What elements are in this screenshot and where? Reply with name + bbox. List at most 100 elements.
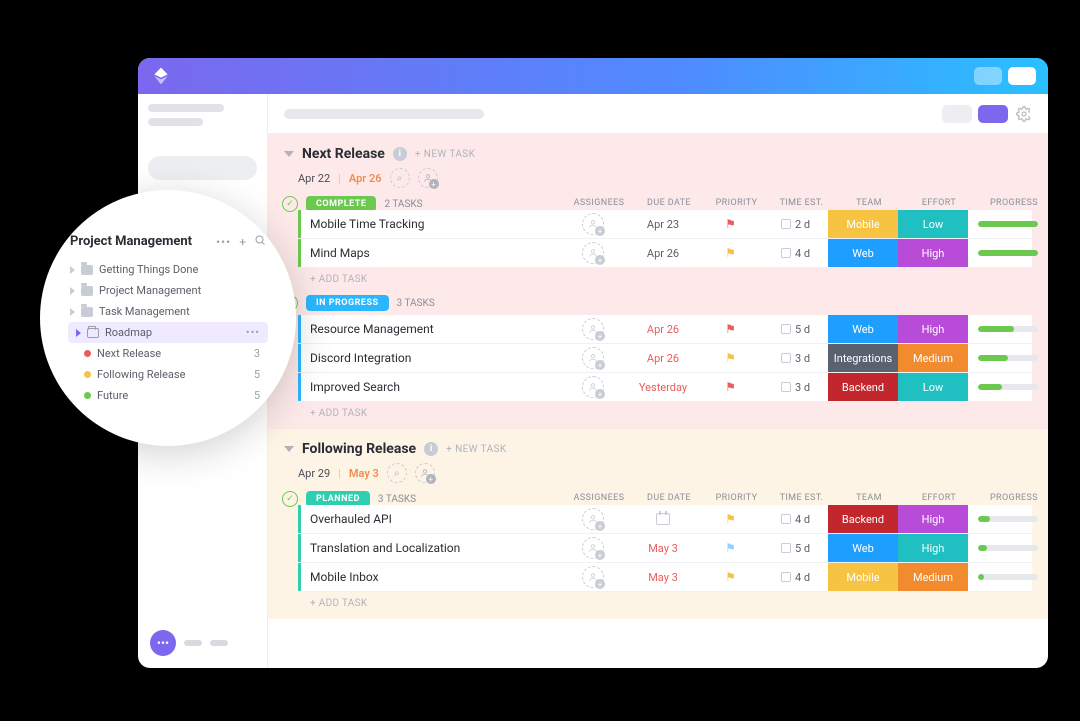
popover-folder-item[interactable]: Roadmap [68, 322, 268, 343]
task-name[interactable]: Mobile Inbox [298, 570, 558, 584]
plus-icon[interactable]: + [239, 235, 246, 249]
task-row[interactable]: Translation and Localization + May 3 ⚑ 5 d We… [298, 534, 1032, 563]
team-chip[interactable]: Web [828, 239, 898, 267]
effort-chip[interactable]: Medium [898, 563, 968, 591]
assignee-add-icon[interactable]: + [415, 463, 435, 483]
task-name[interactable]: Mind Maps [298, 246, 558, 260]
assignee-add-icon[interactable]: + [582, 566, 604, 588]
team-chip[interactable]: Mobile [828, 210, 898, 238]
task-name[interactable]: Mobile Time Tracking [298, 217, 558, 231]
flag-icon[interactable]: ⚑ [725, 322, 736, 336]
sidebar-search[interactable] [148, 156, 257, 180]
popover-folder-item[interactable]: Task Management [68, 301, 268, 322]
popover-list-item[interactable]: Future5 [68, 385, 268, 406]
time-estimate[interactable]: 2 d [795, 218, 810, 231]
progress-bar[interactable] [978, 516, 1038, 522]
task-name[interactable]: Discord Integration [298, 351, 558, 365]
flag-icon[interactable]: ⚑ [725, 246, 736, 260]
due-date[interactable]: May 3 [648, 571, 678, 584]
effort-chip[interactable]: Medium [898, 344, 968, 372]
time-estimate[interactable]: 3 d [795, 381, 810, 394]
time-estimate[interactable]: 5 d [795, 542, 810, 555]
new-task-link[interactable]: + NEW TASK [446, 444, 506, 455]
time-estimate[interactable]: 4 d [795, 571, 810, 584]
flag-icon[interactable]: ⚑ [725, 217, 736, 231]
team-chip[interactable]: Backend [828, 505, 898, 533]
time-estimate[interactable]: 5 d [795, 323, 810, 336]
flag-icon[interactable]: ⚑ [725, 512, 736, 526]
progress-bar[interactable] [978, 574, 1038, 580]
team-chip[interactable]: Backend [828, 373, 898, 401]
date-icon[interactable]: ⌕ [387, 463, 407, 483]
task-row[interactable]: Discord Integration + Apr 26 ⚑ 3 d Integratio… [298, 344, 1032, 373]
due-date[interactable]: May 3 [648, 542, 678, 555]
task-row[interactable]: Mobile Time Tracking+Apr 23⚑2 dMobileLow [298, 210, 1032, 239]
task-name[interactable]: Translation and Localization [298, 541, 558, 555]
task-row[interactable]: Resource Management + Apr 26 ⚑ 5 d WebHigh [298, 315, 1032, 344]
due-date[interactable]: Apr 26 [647, 323, 679, 336]
time-estimate[interactable]: 3 d [795, 352, 810, 365]
new-task-link[interactable]: + NEW TASK [415, 149, 475, 160]
chat-bubble-icon[interactable]: ••• [150, 630, 176, 656]
popover-folder-item[interactable]: Project Management [68, 280, 268, 301]
assignee-add-icon[interactable]: + [582, 347, 604, 369]
more-icon[interactable] [216, 235, 231, 249]
effort-chip[interactable]: Low [898, 210, 968, 238]
due-date[interactable]: Apr 26 [647, 247, 679, 260]
toolbar-button-1[interactable] [942, 105, 972, 123]
popover-folder-item[interactable]: Getting Things Done [68, 259, 268, 280]
check-circle-icon[interactable]: ✓ [282, 196, 298, 212]
due-date[interactable]: Yesterday [639, 381, 687, 394]
assignee-add-icon[interactable]: + [582, 318, 604, 340]
toolbar-button-2[interactable] [978, 105, 1008, 123]
gear-icon[interactable] [1016, 106, 1032, 122]
task-row[interactable]: Mobile Inbox + May 3 ⚑ 4 d MobileMedium [298, 563, 1032, 592]
header-control-2[interactable] [1008, 67, 1036, 85]
flag-icon[interactable]: ⚑ [725, 541, 736, 555]
chevron-down-icon[interactable] [284, 446, 294, 452]
progress-bar[interactable] [978, 250, 1038, 256]
status-chip[interactable]: IN PROGRESS [306, 295, 389, 311]
search-icon[interactable] [254, 234, 266, 249]
assignee-add-icon[interactable]: + [418, 168, 438, 188]
effort-chip[interactable]: High [898, 315, 968, 343]
team-chip[interactable]: Web [828, 534, 898, 562]
calendar-icon[interactable] [656, 513, 670, 525]
flag-icon[interactable]: ⚑ [725, 351, 736, 365]
progress-bar[interactable] [978, 545, 1038, 551]
effort-chip[interactable]: High [898, 505, 968, 533]
add-task-link[interactable]: + ADD TASK [284, 268, 1032, 291]
task-row[interactable]: Mind Maps + Apr 26 ⚑ 4 d WebHigh [298, 239, 1032, 268]
check-circle-icon[interactable]: ✓ [282, 491, 298, 507]
time-estimate[interactable]: 4 d [795, 247, 810, 260]
header-control-1[interactable] [974, 67, 1002, 85]
task-name[interactable]: Overhauled API [298, 512, 558, 526]
effort-chip[interactable]: High [898, 534, 968, 562]
effort-chip[interactable]: High [898, 239, 968, 267]
task-row[interactable]: Improved Search + Yesterday ⚑ 3 d BackendLow [298, 373, 1032, 402]
assignee-add-icon[interactable]: + [582, 242, 604, 264]
task-row[interactable]: Overhauled API+⚑4 dBackendHigh [298, 505, 1032, 534]
team-chip[interactable]: Integrations [828, 344, 898, 372]
assignee-add-icon[interactable]: + [582, 508, 604, 530]
date-icon[interactable]: ⌕ [390, 168, 410, 188]
more-icon[interactable] [246, 326, 260, 339]
due-date[interactable]: Apr 26 [647, 352, 679, 365]
effort-chip[interactable]: Low [898, 373, 968, 401]
flag-icon[interactable]: ⚑ [725, 380, 736, 394]
team-chip[interactable]: Web [828, 315, 898, 343]
info-icon[interactable]: i [393, 147, 407, 161]
assignee-add-icon[interactable]: + [582, 376, 604, 398]
due-date[interactable]: Apr 23 [647, 218, 679, 231]
progress-bar[interactable] [978, 384, 1038, 390]
flag-icon[interactable]: ⚑ [725, 570, 736, 584]
assignee-add-icon[interactable]: + [582, 537, 604, 559]
info-icon[interactable]: i [424, 442, 438, 456]
popover-list-item[interactable]: Next Release3 [68, 343, 268, 364]
chevron-down-icon[interactable] [284, 151, 294, 157]
task-name[interactable]: Improved Search [298, 380, 558, 394]
team-chip[interactable]: Mobile [828, 563, 898, 591]
task-name[interactable]: Resource Management [298, 322, 558, 336]
add-task-link[interactable]: + ADD TASK [284, 592, 1032, 615]
progress-bar[interactable] [978, 221, 1038, 227]
